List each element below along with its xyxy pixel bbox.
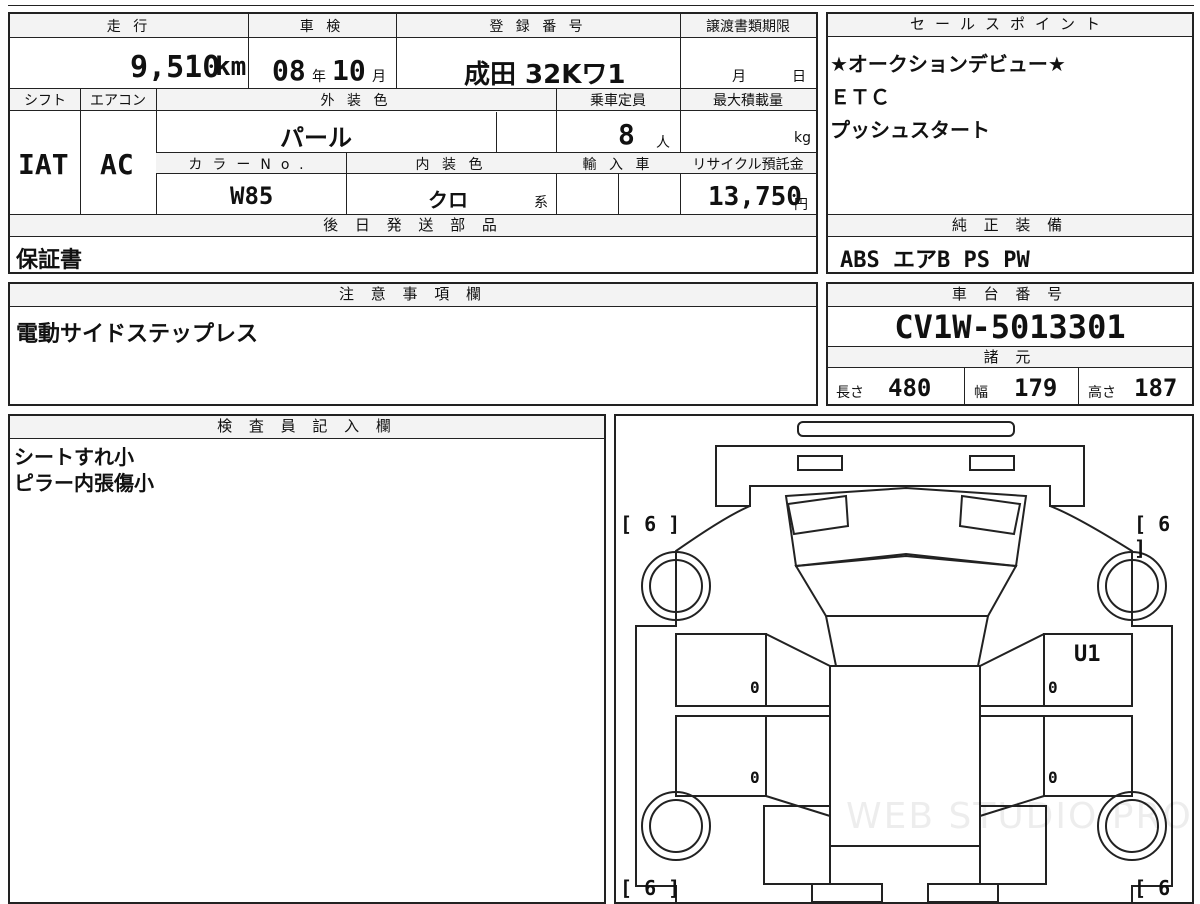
capacity-value: 8 <box>618 118 635 151</box>
tire-rear-right-depth: [ 6 ] <box>1134 512 1171 560</box>
color-no-value: W85 <box>230 182 274 210</box>
registration-label: 登 録 番 号 <box>489 19 587 35</box>
inspection-year-unit: 年 <box>312 69 326 85</box>
damage-mark-u1: U1 <box>1074 642 1101 667</box>
specs-label: 諸 元 <box>828 346 1192 368</box>
width-label: 幅 <box>974 385 988 401</box>
mileage-label: 走 行 <box>106 19 152 35</box>
interior-color-label: 内 装 色 <box>415 157 487 173</box>
max-load-label: 最大積載量 <box>713 93 783 109</box>
door-right-rear-mark: 0 <box>1048 768 1058 787</box>
body-sides-shape <box>635 505 1173 902</box>
ac-value: AC <box>100 148 134 181</box>
roof-rear-shape <box>794 552 1018 617</box>
chassis-number: CV1W-5013301 <box>894 308 1126 346</box>
sales-points-box: セールスポイント ★オークションデビュー★ ＥＴＣ プッシュスタート 純 正 装… <box>826 12 1194 274</box>
height-value: 187 <box>1134 374 1178 402</box>
top-strip <box>8 0 1194 6</box>
door-right-front-mark: 0 <box>1048 678 1058 697</box>
transfer-deadline-label: 譲渡書類期限 <box>706 19 790 35</box>
recycle-fee-unit: 円 <box>794 197 808 213</box>
inspection-year: 08 <box>272 54 306 87</box>
car-diagram: [ 6 ] [ 6 ] [ 6 ] [ 6 ] U1 0 0 0 0 WEB S… <box>614 414 1194 904</box>
later-parts-value: 保証書 <box>16 248 83 273</box>
inspection-month-unit: 月 <box>372 69 386 85</box>
capacity-unit: 人 <box>656 135 670 151</box>
chassis-box: 車 台 番 号 CV1W-5013301 諸 元 長さ 480 幅 179 高さ… <box>826 282 1194 406</box>
transfer-day-unit: 日 <box>792 69 806 85</box>
watermark: WEB STUDIO PRO <box>846 796 1193 837</box>
color-no-label: カラーNo. <box>188 157 314 173</box>
vehicle-info-table: 走 行 車 検 登 録 番 号 譲渡書類期限 9,510 km 08 年 10 … <box>8 12 818 274</box>
notes-value: 電動サイドステップレス <box>16 322 259 347</box>
later-parts-label: 後 日 発 送 部 品 <box>10 215 816 237</box>
tire-front-left-depth: [ 6 ] <box>620 876 681 900</box>
mileage-value: 9,510 <box>130 50 221 85</box>
rocker-lines-shape <box>676 705 1132 717</box>
sales-point-line: プッシュスタート <box>830 118 990 142</box>
inspector-label: 検 査 員 記 入 欄 <box>10 416 604 439</box>
interior-color-suffix: 系 <box>534 195 548 211</box>
roof-middle-shape <box>824 615 990 667</box>
recycle-fee-value: 13,750 <box>708 182 802 212</box>
interior-color-value: クロ <box>428 188 468 212</box>
rear-quarter-right-shape <box>958 494 1022 536</box>
sales-points-label: セールスポイント <box>828 14 1192 37</box>
front-grille-right-shape <box>927 883 999 902</box>
inspector-line: シートすれ小 <box>14 445 134 469</box>
transfer-month-unit: 月 <box>732 69 746 85</box>
length-value: 480 <box>888 374 932 402</box>
tail-light-right-shape <box>969 455 1015 471</box>
sales-point-line: ★オークションデビュー★ <box>830 52 1066 76</box>
inspector-line: ピラー内張傷小 <box>14 471 154 495</box>
width-value: 179 <box>1014 374 1058 402</box>
chassis-label: 車 台 番 号 <box>828 284 1192 307</box>
recycle-fee-label: リサイクル預託金 <box>692 157 804 173</box>
length-label: 長さ <box>836 385 864 401</box>
right-pillars-shape <box>979 633 1045 817</box>
registration-number: 成田 32Kワ1 <box>464 60 626 90</box>
inspection-label: 車 検 <box>299 19 345 35</box>
sales-point-line: ＥＴＣ <box>830 85 890 109</box>
rear-bumper-shape <box>715 445 1085 507</box>
sales-points-list: ★オークションデビュー★ ＥＴＣ プッシュスタート <box>830 48 1066 147</box>
ac-label: エアコン <box>90 93 146 109</box>
shift-label: シフト <box>24 93 66 109</box>
equipment-value: ABS エアB PS PW <box>840 248 1030 273</box>
max-load-unit: kg <box>794 130 811 146</box>
rear-spoiler-shape <box>797 421 1015 437</box>
mileage-unit: km <box>215 52 247 82</box>
door-left-front-mark: 0 <box>750 678 760 697</box>
left-pillars-shape <box>765 633 831 817</box>
tail-light-left-shape <box>797 455 843 471</box>
notes-box: 注 意 事 項 欄 電動サイドステップレス <box>8 282 818 406</box>
rear-quarter-left-shape <box>786 494 850 536</box>
import-label: 輸 入 車 <box>582 157 654 173</box>
notes-label: 注 意 事 項 欄 <box>10 284 816 307</box>
inspector-notes: シートすれ小 ピラー内張傷小 <box>14 444 154 496</box>
exterior-color-label: 外 装 色 <box>320 93 392 109</box>
front-left-wheel-shape <box>641 791 711 861</box>
capacity-label: 乗車定員 <box>590 93 646 109</box>
front-left-fender-shape <box>763 805 831 885</box>
equipment-label: 純 正 装 備 <box>828 215 1192 237</box>
exterior-color-value: パール <box>280 124 352 152</box>
shift-value: IAT <box>18 148 69 181</box>
inspection-month: 10 <box>332 54 366 87</box>
door-left-rear-mark: 0 <box>750 768 760 787</box>
height-label: 高さ <box>1088 385 1116 401</box>
inspector-box: 検 査 員 記 入 欄 シートすれ小 ピラー内張傷小 <box>8 414 606 904</box>
tire-rear-left-depth: [ 6 ] <box>620 512 681 536</box>
front-grille-left-shape <box>811 883 883 902</box>
